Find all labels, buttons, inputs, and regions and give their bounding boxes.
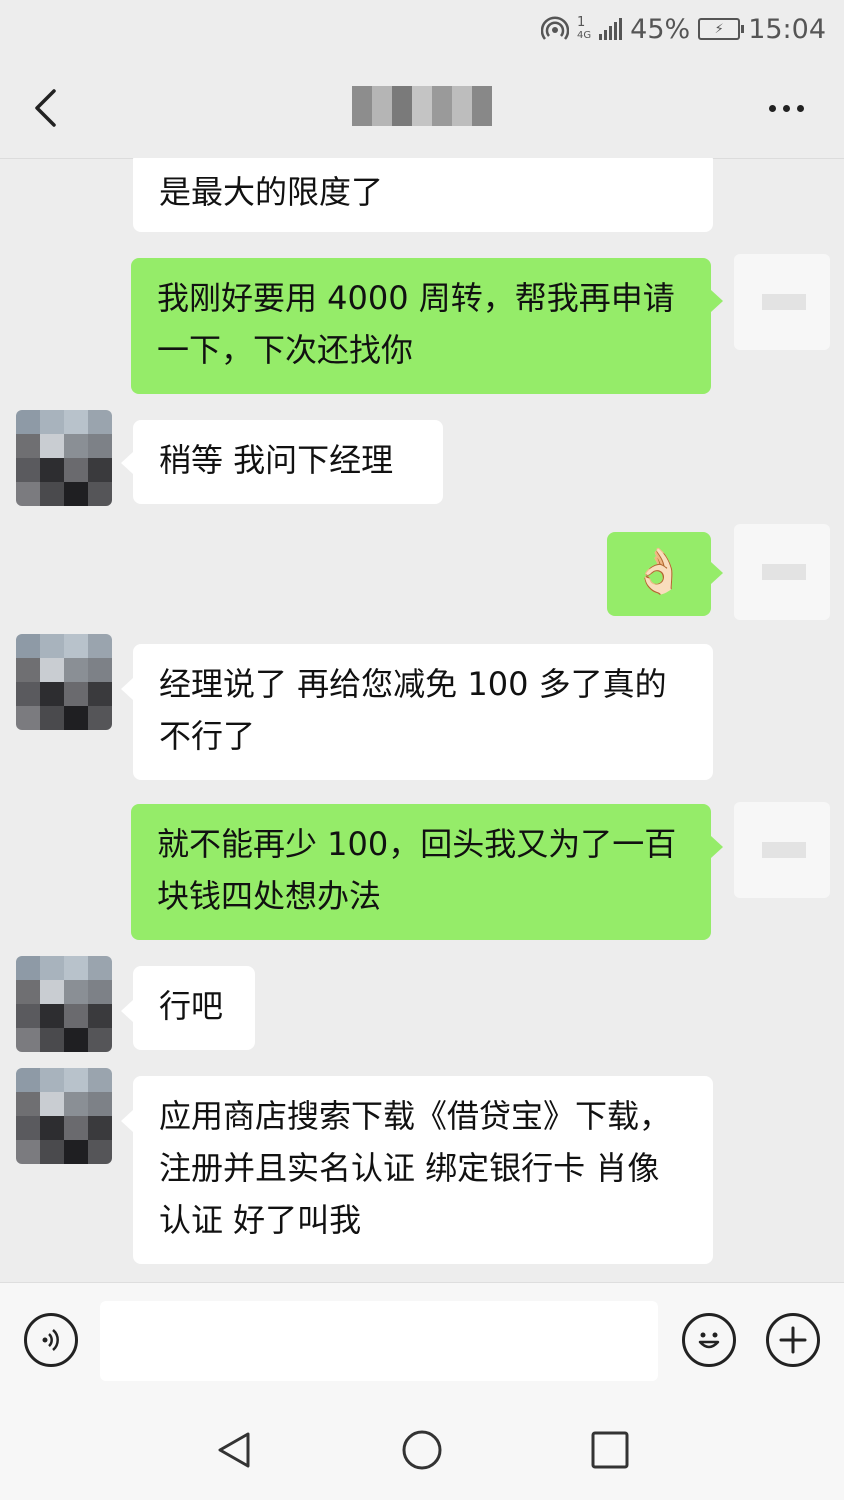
- chevron-left-icon: [35, 89, 56, 127]
- status-time: 15:04: [748, 13, 826, 45]
- circle-home-icon: [402, 1430, 442, 1470]
- emoji-button[interactable]: [682, 1313, 736, 1367]
- avatar-self[interactable]: [734, 524, 830, 620]
- emoji-icon: [698, 1332, 720, 1349]
- status-bar: 1 4G 45% ⚡ 15:04: [0, 0, 844, 58]
- system-recent-button[interactable]: [588, 1428, 632, 1472]
- message-bubble-incoming[interactable]: 应用商店搜索下载《借贷宝》下载，注册并且实名认证 绑定银行卡 肖像认证 好了叫我: [133, 1076, 713, 1264]
- signal-icon: [599, 18, 623, 40]
- triangle-back-icon: [218, 1432, 250, 1468]
- message-bubble-incoming[interactable]: 行吧: [133, 966, 255, 1050]
- battery-percent: 45%: [630, 13, 691, 45]
- message-bubble-outgoing[interactable]: 我刚好要用 4000 周转，帮我再申请一下，下次还找你: [131, 258, 711, 394]
- chat-title-blurred: [352, 86, 492, 126]
- plus-icon: [779, 1326, 807, 1354]
- avatar-self[interactable]: [734, 254, 830, 350]
- chat-header: [0, 58, 844, 159]
- input-bar: [0, 1282, 844, 1401]
- avatar-contact[interactable]: [16, 956, 112, 1052]
- message-bubble-outgoing[interactable]: 👌🏻: [607, 532, 711, 616]
- sim-indicator: 1 4G: [577, 15, 592, 41]
- message-bubble-incoming[interactable]: 经理说了 再给您减免 100 多了真的不行了: [133, 644, 713, 780]
- avatar-self[interactable]: [734, 802, 830, 898]
- back-button[interactable]: [22, 80, 68, 136]
- message-bubble-incoming[interactable]: 稍等 我问下经理: [133, 420, 443, 504]
- system-back-button[interactable]: [212, 1428, 256, 1472]
- plus-button[interactable]: [766, 1313, 820, 1367]
- message-input[interactable]: [100, 1301, 658, 1381]
- voice-icon: [42, 1329, 59, 1351]
- system-nav-bar: [0, 1400, 844, 1500]
- battery-icon: ⚡: [698, 18, 745, 40]
- ok-hand-emoji: 👌🏻: [631, 546, 687, 597]
- status-icons: 1 4G 45% ⚡ 15:04: [541, 12, 826, 46]
- system-home-button[interactable]: [400, 1428, 444, 1472]
- avatar-contact[interactable]: [16, 410, 112, 506]
- message-bubble-outgoing[interactable]: 就不能再少 100，回头我又为了一百块钱四处想办法: [131, 804, 711, 940]
- square-recent-icon: [591, 1431, 629, 1469]
- avatar-contact[interactable]: [16, 1068, 112, 1164]
- avatar-contact[interactable]: [16, 634, 112, 730]
- more-button[interactable]: [769, 90, 804, 126]
- voice-button[interactable]: [24, 1313, 78, 1367]
- hotspot-icon: [541, 16, 570, 40]
- message-bubble-incoming[interactable]: 是最大的限度了: [133, 158, 713, 232]
- more-dots-icon: [769, 104, 776, 112]
- chat-messages[interactable]: 是最大的限度了 我刚好要用 4000 周转，帮我再申请一下，下次还找你 稍等 我…: [0, 158, 844, 1282]
